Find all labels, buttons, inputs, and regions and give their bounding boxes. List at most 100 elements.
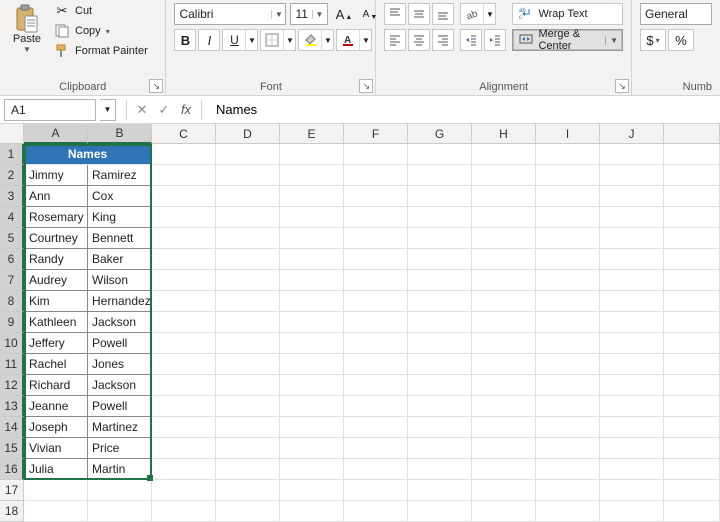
chevron-down-icon[interactable]: ▼ (483, 4, 495, 24)
cell-G14[interactable] (408, 417, 472, 438)
cell-D3[interactable] (216, 186, 280, 207)
cell-C8[interactable] (152, 291, 216, 312)
percent-button[interactable]: % (668, 29, 694, 51)
cell-E3[interactable] (280, 186, 344, 207)
cell-H5[interactable] (472, 228, 536, 249)
cell-X15[interactable] (664, 438, 720, 459)
row-header-17[interactable]: 17 (0, 480, 24, 501)
cell-F5[interactable] (344, 228, 408, 249)
cell-B8[interactable]: Hernandez (88, 291, 152, 312)
chevron-down-icon[interactable]: ▼ (245, 30, 257, 50)
cell-D13[interactable] (216, 396, 280, 417)
cell-F10[interactable] (344, 333, 408, 354)
cell-A16[interactable]: Julia (24, 459, 88, 480)
row-header-11[interactable]: 11 (0, 354, 24, 375)
name-box[interactable]: A1 (4, 99, 96, 121)
cell-F3[interactable] (344, 186, 408, 207)
cell-J12[interactable] (600, 375, 664, 396)
fill-color-button[interactable]: ▼ (298, 29, 334, 51)
cell-A13[interactable]: Jeanne (24, 396, 88, 417)
cell-X2[interactable] (664, 165, 720, 186)
cell-I18[interactable] (536, 501, 600, 522)
cell-D4[interactable] (216, 207, 280, 228)
cell-B18[interactable] (88, 501, 152, 522)
cell-X18[interactable] (664, 501, 720, 522)
cell-D14[interactable] (216, 417, 280, 438)
cell-E7[interactable] (280, 270, 344, 291)
row-header-10[interactable]: 10 (0, 333, 24, 354)
cell-A6[interactable]: Randy (24, 249, 88, 270)
row-header-1[interactable]: 1 (0, 144, 24, 165)
cell-D16[interactable] (216, 459, 280, 480)
font-color-button[interactable]: A ▼ (336, 29, 372, 51)
row-header-18[interactable]: 18 (0, 501, 24, 522)
cell-C18[interactable] (152, 501, 216, 522)
cell-I13[interactable] (536, 396, 600, 417)
cell-C1[interactable] (152, 144, 216, 165)
cell-C15[interactable] (152, 438, 216, 459)
cell-D6[interactable] (216, 249, 280, 270)
increase-font-size-button[interactable]: A▲ (332, 3, 354, 25)
cut-button[interactable]: ✂ Cut (54, 3, 148, 19)
cell-H15[interactable] (472, 438, 536, 459)
cell-A9[interactable]: Kathleen (24, 312, 88, 333)
cell-A4[interactable]: Rosemary (24, 207, 88, 228)
cell-E8[interactable] (280, 291, 344, 312)
cell-F9[interactable] (344, 312, 408, 333)
bold-button[interactable]: B (174, 29, 196, 51)
cell-B7[interactable]: Wilson (88, 270, 152, 291)
cell-E15[interactable] (280, 438, 344, 459)
cell-X16[interactable] (664, 459, 720, 480)
cell-C7[interactable] (152, 270, 216, 291)
cell-G12[interactable] (408, 375, 472, 396)
cell-H11[interactable] (472, 354, 536, 375)
cell-C3[interactable] (152, 186, 216, 207)
cell-A5[interactable]: Courtney (24, 228, 88, 249)
cell-B14[interactable]: Martinez (88, 417, 152, 438)
column-header-F[interactable]: F (344, 124, 408, 144)
cell-F4[interactable] (344, 207, 408, 228)
italic-button[interactable]: I (198, 29, 220, 51)
row-header-14[interactable]: 14 (0, 417, 24, 438)
borders-button[interactable]: ▼ (260, 29, 296, 51)
cell-I15[interactable] (536, 438, 600, 459)
merge-center-button[interactable]: Merge & Center ▼ (512, 29, 623, 51)
cell-X11[interactable] (664, 354, 720, 375)
cell-I2[interactable] (536, 165, 600, 186)
cell-J17[interactable] (600, 480, 664, 501)
cell-I12[interactable] (536, 375, 600, 396)
cell-I14[interactable] (536, 417, 600, 438)
cell-X9[interactable] (664, 312, 720, 333)
cell-I17[interactable] (536, 480, 600, 501)
cell-C16[interactable] (152, 459, 216, 480)
cell-C14[interactable] (152, 417, 216, 438)
align-left-button[interactable] (384, 29, 406, 51)
column-header-partial[interactable] (664, 124, 720, 144)
cell-H10[interactable] (472, 333, 536, 354)
cell-G8[interactable] (408, 291, 472, 312)
cell-E5[interactable] (280, 228, 344, 249)
cell-D17[interactable] (216, 480, 280, 501)
cell-I16[interactable] (536, 459, 600, 480)
cell-J18[interactable] (600, 501, 664, 522)
cell-E18[interactable] (280, 501, 344, 522)
cell-E13[interactable] (280, 396, 344, 417)
cell-A14[interactable]: Joseph (24, 417, 88, 438)
cell-E10[interactable] (280, 333, 344, 354)
chevron-down-icon[interactable]: ▼ (605, 36, 618, 45)
dialog-launcher-font[interactable]: ↘ (359, 79, 373, 93)
column-header-G[interactable]: G (408, 124, 472, 144)
cell-grid[interactable]: NamesJimmyRamirezAnnCoxRosemaryKingCourt… (24, 144, 720, 522)
cell-B6[interactable]: Baker (88, 249, 152, 270)
increase-indent-button[interactable] (484, 29, 506, 51)
cell-E6[interactable] (280, 249, 344, 270)
cell-F1[interactable] (344, 144, 408, 165)
cell-E2[interactable] (280, 165, 344, 186)
cell-D18[interactable] (216, 501, 280, 522)
cell-H6[interactable] (472, 249, 536, 270)
cell-X12[interactable] (664, 375, 720, 396)
cell-D1[interactable] (216, 144, 280, 165)
cell-A7[interactable]: Audrey (24, 270, 88, 291)
align-bottom-button[interactable] (432, 3, 454, 25)
cell-C4[interactable] (152, 207, 216, 228)
